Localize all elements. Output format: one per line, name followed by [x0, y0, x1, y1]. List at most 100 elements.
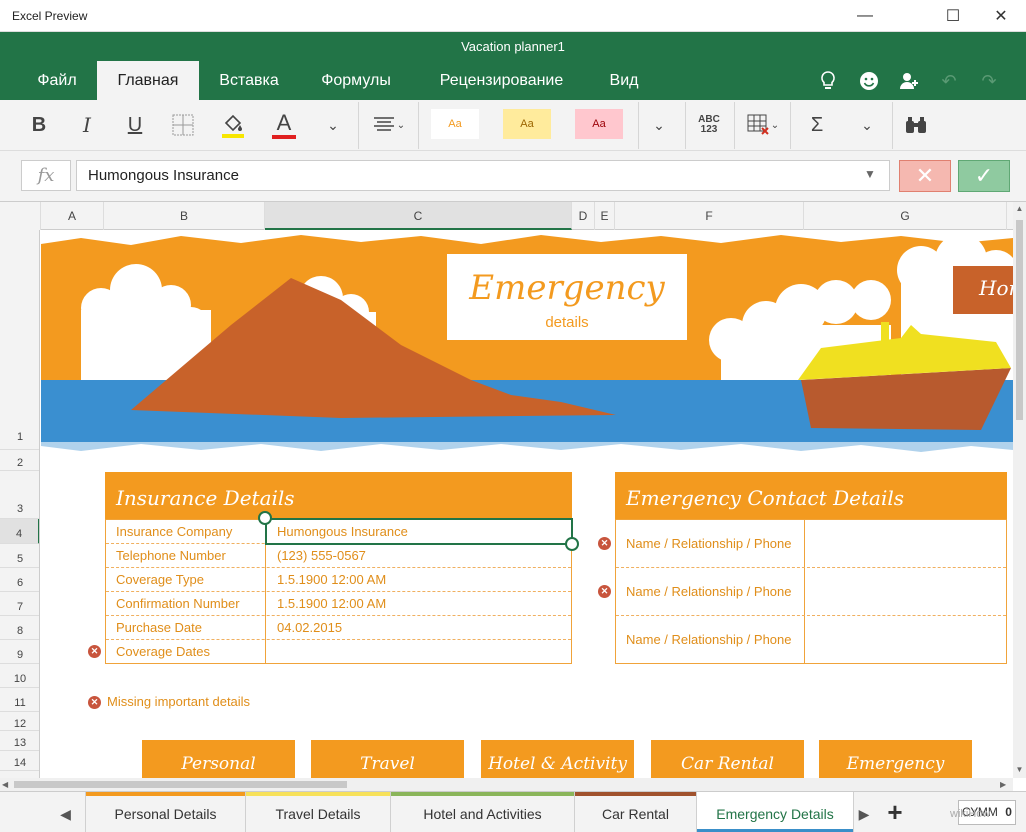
column-header-f[interactable]: F — [615, 202, 804, 230]
table-row[interactable]: Name / Relationship / Phone — [616, 568, 1006, 616]
number-format-button[interactable]: ABC 123 — [692, 108, 726, 142]
nav-tile-car-rental[interactable]: Car Rental — [651, 740, 804, 778]
row-header-11[interactable]: 11 — [0, 688, 39, 712]
nav-tile-emergency[interactable]: Emergency — [819, 740, 972, 778]
table-row[interactable]: Name / Relationship / Phone — [616, 616, 1006, 663]
nav-tile-personal[interactable]: Personal — [142, 740, 295, 778]
table-row[interactable]: Telephone Number (123) 555-0567 — [106, 544, 571, 568]
confirm-entry-button[interactable]: ✓ — [958, 160, 1010, 192]
row-header-8[interactable]: 8 — [0, 616, 39, 640]
cancel-entry-button[interactable]: ✕ — [899, 160, 951, 192]
more-styles-chevron-icon[interactable]: ⌄ — [646, 108, 672, 142]
row-header-12[interactable]: 12 — [0, 712, 39, 731]
table-row[interactable]: Coverage Type 1.5.1900 12:00 AM — [106, 568, 571, 592]
scroll-left-icon[interactable]: ◀ — [2, 778, 8, 791]
table-row[interactable]: Confirmation Number 1.5.1900 12:00 AM — [106, 592, 571, 616]
banner-illustration — [41, 230, 1013, 455]
horizontal-scrollbar[interactable]: ◀ ▶ — [0, 778, 1013, 791]
row-header-4[interactable]: 4 — [0, 519, 39, 544]
tab-home[interactable]: Главная — [97, 61, 199, 100]
sheet-tabs-bar: ◀ Personal Details Travel Details Hotel … — [0, 791, 1026, 832]
sheet-tab-hotel[interactable]: Hotel and Activities — [391, 792, 575, 832]
sheet-tab-personal[interactable]: Personal Details — [86, 792, 246, 832]
redo-icon[interactable]: ↷ — [978, 70, 1000, 92]
close-icon[interactable]: ✕ — [978, 0, 1024, 32]
find-binoculars-icon[interactable] — [902, 108, 930, 142]
autosum-button[interactable]: Σ — [802, 108, 832, 142]
app-title: Excel Preview — [12, 9, 88, 23]
scroll-right-icon[interactable]: ▶ — [1000, 778, 1006, 791]
cell-style-normal[interactable]: Aa — [431, 109, 479, 139]
column-header-a[interactable]: A — [41, 202, 104, 230]
cell-style-bad[interactable]: Aa — [575, 109, 623, 139]
tab-review[interactable]: Рецензирование — [420, 61, 583, 100]
tab-file[interactable]: Файл — [22, 61, 92, 100]
horizontal-scroll-thumb[interactable] — [14, 781, 347, 788]
row-header-6[interactable]: 6 — [0, 568, 39, 592]
column-header-d[interactable]: D — [572, 202, 595, 230]
selection-handle-top[interactable] — [258, 511, 272, 525]
align-button[interactable]: ⌄ — [369, 108, 409, 142]
column-header-e[interactable]: E — [595, 202, 615, 230]
italic-button[interactable]: I — [72, 108, 102, 142]
share-user-icon[interactable] — [898, 70, 920, 92]
next-sheet-chevron-icon[interactable]: ▶ — [854, 792, 874, 832]
tab-view[interactable]: Вид — [597, 61, 651, 100]
insert-function-button[interactable]: fx — [21, 160, 71, 191]
table-row[interactable]: Purchase Date 04.02.2015 — [106, 616, 571, 640]
tab-insert[interactable]: Вставка — [205, 61, 293, 100]
row-header-13[interactable]: 13 — [0, 731, 39, 751]
table-row[interactable]: Coverage Dates — [106, 640, 571, 664]
smiley-feedback-icon[interactable] — [858, 70, 880, 92]
banner-home-tag[interactable]: Hom — [979, 276, 1013, 300]
vertical-scrollbar[interactable]: ▲ ▼ — [1013, 202, 1026, 778]
row-header-5[interactable]: 5 — [0, 544, 39, 568]
table-row[interactable]: Name / Relationship / Phone — [616, 520, 1006, 568]
prev-sheet-chevron-icon[interactable]: ◀ — [46, 792, 86, 832]
scroll-up-icon[interactable]: ▲ — [1013, 204, 1026, 213]
worksheet-grid[interactable]: Emergency details Hom Insurance Details … — [41, 230, 1013, 778]
row-header-3[interactable]: 3 — [0, 471, 39, 519]
insurance-label: Coverage Dates — [116, 644, 210, 659]
fill-color-icon[interactable] — [218, 108, 248, 142]
vertical-scroll-thumb[interactable] — [1016, 220, 1023, 420]
row-header-14[interactable]: 14 — [0, 751, 39, 771]
minimize-icon[interactable]: — — [842, 0, 888, 32]
more-font-chevron-icon[interactable]: ⌄ — [320, 108, 346, 142]
borders-icon[interactable] — [170, 108, 196, 142]
column-header-g[interactable]: G — [804, 202, 1007, 230]
formula-input[interactable]: Humongous Insurance — [76, 160, 890, 191]
scroll-down-icon[interactable]: ▼ — [1013, 765, 1026, 774]
column-header-b[interactable]: B — [104, 202, 265, 230]
row-header-1[interactable]: 1 — [0, 230, 39, 450]
sheet-tab-car-rental[interactable]: Car Rental — [575, 792, 697, 832]
tab-formulas[interactable]: Формулы — [305, 61, 407, 100]
row-header-10[interactable]: 10 — [0, 664, 39, 688]
nav-tile-hotel[interactable]: Hotel & Activity — [481, 740, 634, 778]
sheet-tab-travel[interactable]: Travel Details — [246, 792, 391, 832]
sheet-tab-emergency[interactable]: Emergency Details — [697, 792, 854, 832]
active-cell-selection[interactable] — [265, 518, 573, 545]
row-header-2[interactable]: 2 — [0, 450, 39, 471]
more-editing-chevron-icon[interactable]: ⌄ — [854, 108, 880, 142]
add-sheet-icon[interactable]: + — [878, 792, 912, 832]
lightbulb-icon[interactable] — [817, 70, 839, 92]
undo-icon[interactable]: ↶ — [938, 70, 960, 92]
row-header-9[interactable]: 9 — [0, 640, 39, 664]
contact-label: Name / Relationship / Phone — [626, 536, 792, 551]
select-all-corner[interactable] — [0, 202, 41, 230]
cells-chevron-icon: ⌄ — [770, 119, 780, 131]
cell-style-neutral[interactable]: Aa — [503, 109, 551, 139]
column-header-c[interactable]: C — [265, 202, 572, 230]
insurance-value: (123) 555-0567 — [277, 548, 366, 563]
sheet-tab-color — [575, 792, 696, 796]
nav-tile-travel[interactable]: Travel — [311, 740, 464, 778]
maximize-icon[interactable]: ☐ — [930, 0, 976, 32]
underline-button[interactable]: U — [120, 108, 150, 142]
insert-delete-cells-icon[interactable]: ⌄ — [744, 108, 782, 142]
bold-button[interactable]: B — [24, 108, 54, 142]
selection-handle-bottom[interactable] — [565, 537, 579, 551]
row-header-7[interactable]: 7 — [0, 592, 39, 616]
font-color-button[interactable]: A — [268, 108, 300, 142]
formula-expand-chevron-icon[interactable]: ▼ — [864, 167, 876, 181]
